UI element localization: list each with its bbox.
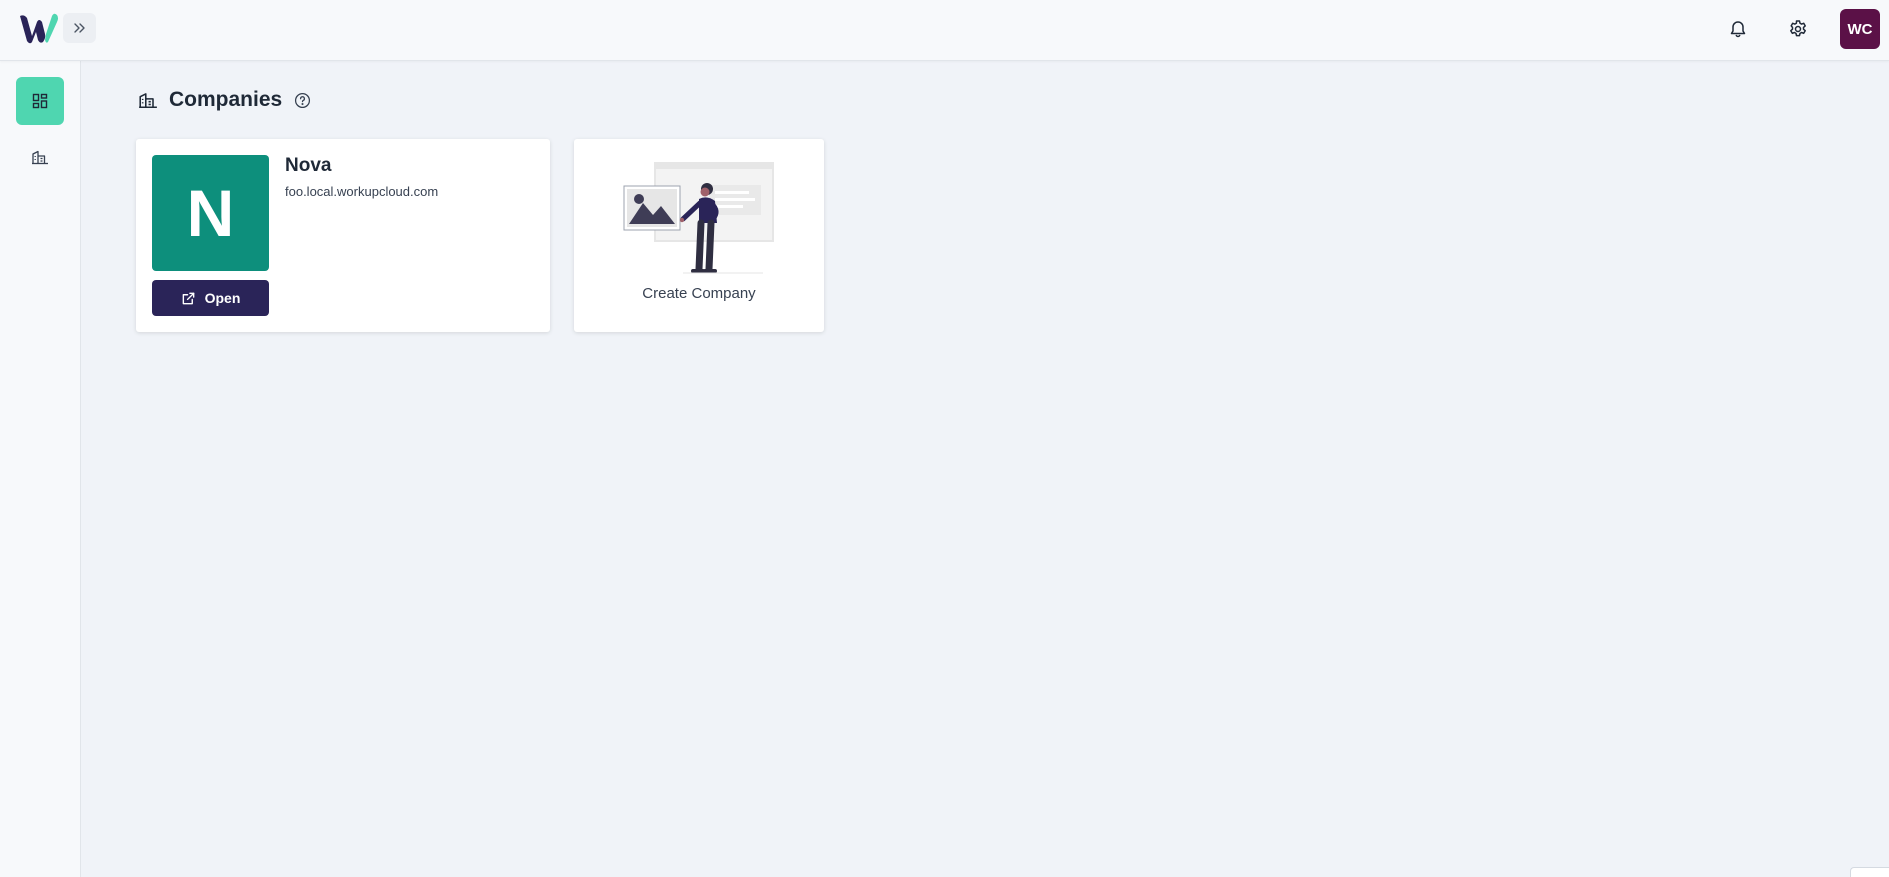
company-name: Nova — [285, 155, 332, 176]
chevrons-right-icon — [73, 23, 85, 33]
dashboard-icon — [32, 93, 48, 109]
page-title: Companies — [169, 88, 283, 111]
gear-icon — [1790, 20, 1806, 37]
top-bar: WC — [0, 0, 1889, 61]
sidebar — [0, 61, 81, 877]
company-card: N Nova foo.local.workupcloud.com Open — [136, 139, 550, 332]
settings-button[interactable] — [1784, 15, 1812, 43]
user-avatar[interactable]: WC — [1840, 9, 1880, 49]
create-company-label: Create Company — [642, 285, 756, 302]
company-icon — [139, 93, 157, 108]
company-logo: N — [152, 155, 269, 271]
help-button[interactable] — [294, 92, 311, 109]
open-button-label: Open — [204, 290, 241, 306]
company-icon — [32, 150, 48, 165]
sidebar-item-companies[interactable] — [16, 133, 64, 181]
expand-sidebar-button[interactable] — [63, 13, 96, 43]
bell-icon — [1730, 21, 1746, 38]
person-presenting-illustration — [623, 162, 774, 274]
page-header: Companies — [138, 86, 311, 114]
external-link-icon — [182, 292, 194, 304]
app-logo[interactable] — [18, 12, 60, 46]
sidebar-item-dashboard[interactable] — [16, 77, 64, 125]
create-company-card[interactable]: Create Company — [574, 139, 824, 332]
company-domain: foo.local.workupcloud.com — [285, 184, 439, 199]
notifications-button[interactable] — [1724, 15, 1752, 43]
corner-widget[interactable] — [1850, 867, 1889, 877]
open-company-button[interactable]: Open — [152, 280, 269, 316]
help-circle-icon — [295, 92, 311, 108]
